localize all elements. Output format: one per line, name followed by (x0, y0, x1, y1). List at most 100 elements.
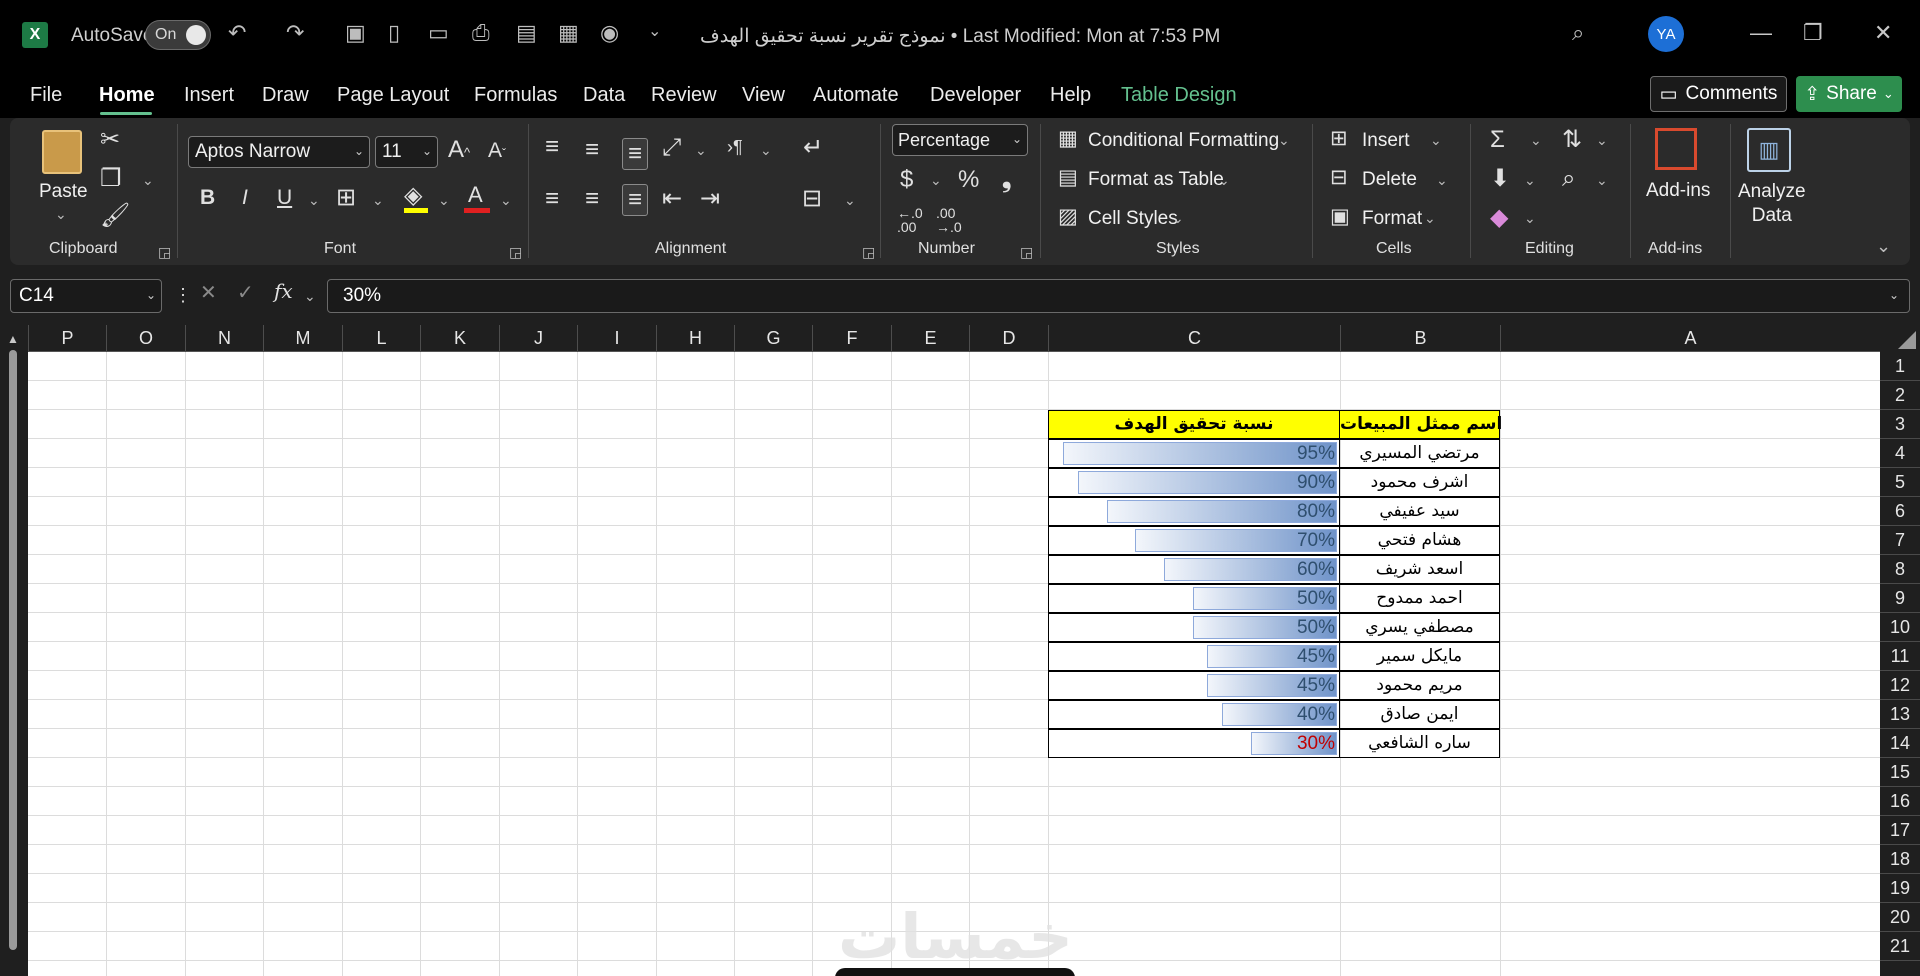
tab-developer[interactable]: Developer (930, 84, 1021, 107)
orientation-icon[interactable]: ⤢ (662, 136, 681, 160)
column-header-g[interactable]: G (734, 325, 812, 352)
text-direction-dropdown-icon[interactable]: ⌄ (760, 142, 772, 159)
tab-file[interactable]: File (30, 84, 62, 107)
redo-icon[interactable]: ↷ (286, 22, 304, 44)
select-all-corner[interactable] (1880, 325, 1920, 352)
chevron-down-icon[interactable]: ⌄ (1530, 132, 1542, 149)
row-header-2[interactable]: 2 (1880, 381, 1920, 410)
print-icon[interactable]: ⎙ (472, 22, 490, 44)
number-format-select[interactable]: Percentage ⌄ (892, 124, 1028, 156)
row-header-17[interactable]: 17 (1880, 816, 1920, 845)
align-bottom-icon[interactable]: ≡ (622, 138, 649, 170)
tab-formulas[interactable]: Formulas (474, 84, 557, 107)
tab-page-layout[interactable]: Page Layout (337, 84, 449, 107)
row-header-13[interactable]: 13 (1880, 700, 1920, 729)
number-launcher-icon[interactable]: ◲ (1020, 244, 1033, 261)
decrease-decimal-icon[interactable]: .00 →.0 (936, 206, 962, 234)
align-left-icon[interactable]: ≡ (545, 187, 559, 211)
underline-dropdown-icon[interactable]: ⌄ (308, 192, 320, 209)
table-name-cell[interactable]: اسعد شريف (1339, 555, 1500, 584)
row-header-16[interactable]: 16 (1880, 787, 1920, 816)
format-cells-button[interactable]: Format (1362, 208, 1422, 230)
font-color-dropdown-icon[interactable]: ⌄ (500, 192, 512, 209)
currency-icon[interactable]: $ (900, 168, 913, 192)
tab-insert[interactable]: Insert (184, 84, 234, 107)
insert-cells-button[interactable]: Insert (1362, 130, 1410, 152)
print-preview-icon[interactable]: ▤ (516, 22, 537, 44)
column-header-k[interactable]: K (420, 325, 499, 352)
open-folder-icon[interactable]: ▭ (428, 22, 449, 44)
cell-styles-icon[interactable]: ▨ (1058, 206, 1078, 227)
conditional-formatting-icon[interactable]: ▦ (1058, 128, 1078, 149)
document-title[interactable]: نموذج تقرير نسبة تحقيق الهدف • Last Modi… (700, 25, 1220, 48)
addins-icon[interactable] (1655, 128, 1697, 170)
percent-icon[interactable]: % (958, 168, 979, 192)
customize-qat-icon[interactable]: ⌄ (648, 24, 661, 40)
row-header-5[interactable]: 5 (1880, 468, 1920, 497)
find-select-icon[interactable]: ⌕ (1562, 167, 1575, 191)
chevron-down-icon[interactable]: ⌄ (1596, 172, 1608, 189)
table-pct-cell[interactable]: 80% (1048, 497, 1340, 526)
row-header-9[interactable]: 9 (1880, 584, 1920, 613)
chevron-down-icon[interactable]: ⌄ (1430, 132, 1442, 149)
row-header-6[interactable]: 6 (1880, 497, 1920, 526)
cell-styles-button[interactable]: Cell Styles (1088, 208, 1178, 230)
italic-icon[interactable]: I (242, 187, 248, 208)
align-middle-icon[interactable]: ≡ (585, 138, 599, 162)
insert-function-icon[interactable]: fx (274, 281, 293, 301)
table-pct-cell[interactable]: 40% (1048, 700, 1340, 729)
font-launcher-icon[interactable]: ◲ (509, 244, 522, 261)
column-header-n[interactable]: N (185, 325, 263, 352)
tab-automate[interactable]: Automate (813, 84, 899, 107)
paste-icon[interactable] (42, 130, 82, 174)
format-as-table-icon[interactable]: ▤ (1058, 167, 1078, 188)
comments-button[interactable]: ▭ Comments (1650, 76, 1787, 112)
chevron-down-icon[interactable]: ⌄ (1524, 172, 1536, 189)
column-header-h[interactable]: H (656, 325, 734, 352)
borders-dropdown-icon[interactable]: ⌄ (372, 192, 384, 209)
table-pct-cell[interactable]: 90% (1048, 468, 1340, 497)
fill-color-icon[interactable]: ◈ (404, 184, 422, 208)
fill-icon[interactable]: ⬇ (1490, 167, 1510, 191)
cancel-icon[interactable]: ✕ (200, 283, 217, 303)
autosave-toggle[interactable]: On (145, 20, 211, 50)
row-header-19[interactable]: 19 (1880, 874, 1920, 903)
column-header-b[interactable]: B (1340, 325, 1500, 352)
row-header-20[interactable]: 20 (1880, 903, 1920, 932)
table-name-cell[interactable]: مايكل سمير (1339, 642, 1500, 671)
table-name-cell[interactable]: ايمن صادق (1339, 700, 1500, 729)
row-header-8[interactable]: 8 (1880, 555, 1920, 584)
align-center-icon[interactable]: ≡ (585, 187, 599, 211)
table-name-cell[interactable]: مرتضي المسيري (1339, 439, 1500, 468)
clear-icon[interactable]: ◆ (1490, 206, 1508, 230)
text-direction-icon[interactable]: ›¶ (727, 138, 743, 156)
chevron-down-icon[interactable]: ⌄ (1218, 172, 1230, 189)
decrease-font-icon[interactable]: Aˇ (488, 140, 506, 161)
new-file-icon[interactable]: ▯ (388, 22, 400, 44)
table-pct-cell[interactable]: 50% (1048, 584, 1340, 613)
tab-table-design[interactable]: Table Design (1121, 84, 1237, 107)
comma-style-icon[interactable]: ❟ (1002, 168, 1011, 192)
fill-color-dropdown-icon[interactable]: ⌄ (438, 192, 450, 209)
column-header-d[interactable]: D (969, 325, 1048, 352)
column-header-j[interactable]: J (499, 325, 577, 352)
row-header-18[interactable]: 18 (1880, 845, 1920, 874)
table-name-cell[interactable]: اشرف محمود (1339, 468, 1500, 497)
chevron-down-icon[interactable]: ⌄ (1524, 210, 1536, 227)
table-name-cell[interactable]: احمد ممدوح (1339, 584, 1500, 613)
chevron-down-icon[interactable]: ⌄ (1278, 132, 1290, 149)
table-pct-cell[interactable]: 70% (1048, 526, 1340, 555)
column-header-p[interactable]: P (28, 325, 106, 352)
align-top-icon[interactable]: ≡ (545, 135, 559, 159)
undo-icon[interactable]: ↶ (228, 22, 246, 44)
minimize-icon[interactable]: — (1750, 20, 1772, 46)
row-header-4[interactable]: 4 (1880, 439, 1920, 468)
chevron-down-icon[interactable]: ⌄ (1436, 172, 1448, 189)
borders-icon[interactable]: ⊞ (336, 186, 356, 210)
format-as-table-button[interactable]: Format as Table (1088, 169, 1224, 191)
merge-dropdown-icon[interactable]: ⌄ (844, 192, 856, 209)
table-header-name[interactable]: اسم ممثل المبيعات (1339, 410, 1502, 439)
table-pct-cell[interactable]: 60% (1048, 555, 1340, 584)
form-icon[interactable]: ▦ (558, 22, 579, 44)
table-pct-cell[interactable]: 30% (1048, 729, 1340, 758)
